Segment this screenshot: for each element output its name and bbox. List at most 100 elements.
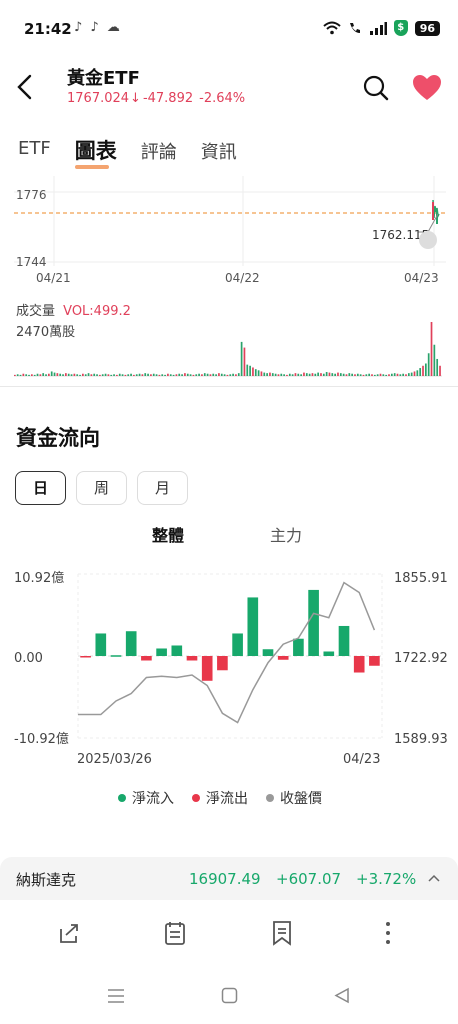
tab-chart[interactable]: 圖表 bbox=[74, 135, 117, 169]
outflow-bar bbox=[186, 656, 198, 661]
home-icon[interactable] bbox=[221, 987, 238, 1004]
system-nav-bar bbox=[0, 970, 458, 1024]
volume-bar bbox=[286, 374, 288, 376]
security-shield-icon: $ bbox=[393, 20, 408, 36]
volume-bar bbox=[184, 373, 186, 376]
price-change-pct: -2.64% bbox=[199, 91, 246, 106]
legend-outflow-label: 淨流出 bbox=[206, 791, 248, 807]
volume-bar bbox=[334, 373, 336, 376]
volume-bar bbox=[359, 374, 362, 376]
volume-bar bbox=[53, 372, 56, 376]
inflow-dot-icon bbox=[118, 794, 126, 802]
volume-bar bbox=[235, 374, 237, 376]
volume-bar bbox=[203, 373, 206, 376]
tab-comments[interactable]: 評論 bbox=[141, 138, 177, 165]
volume-bar bbox=[220, 373, 223, 376]
volume-bar bbox=[243, 347, 246, 376]
price-y-low: 1744 bbox=[16, 255, 47, 269]
volume-bar bbox=[175, 374, 178, 376]
flow-x-start: 2025/03/26 bbox=[77, 752, 152, 767]
current-price: 1767.024 bbox=[67, 91, 130, 106]
volume-bar bbox=[172, 374, 175, 376]
volume-bar bbox=[294, 373, 297, 376]
inflow-bar bbox=[247, 597, 259, 656]
volume-bar bbox=[62, 374, 64, 376]
bookmark-icon[interactable] bbox=[270, 920, 294, 946]
subtab-main-force[interactable]: 主力 bbox=[270, 522, 302, 546]
volume-bar bbox=[104, 373, 107, 376]
signal-icon bbox=[369, 22, 387, 35]
outflow-bar bbox=[141, 656, 152, 661]
search-button[interactable] bbox=[362, 74, 390, 102]
volume-bar bbox=[368, 373, 371, 376]
volume-bar bbox=[410, 372, 413, 376]
volume-bar bbox=[147, 373, 149, 376]
fund-flow-title: 資金流向 bbox=[16, 426, 100, 450]
outflow-dot-icon bbox=[192, 794, 200, 802]
volume-bar bbox=[226, 374, 229, 376]
close-dot-icon bbox=[266, 794, 274, 802]
bottom-toolbar bbox=[0, 900, 458, 970]
calendar-icon[interactable] bbox=[163, 920, 187, 946]
volume-bar bbox=[28, 374, 30, 376]
heart-icon bbox=[413, 75, 441, 100]
volume-bar bbox=[237, 373, 240, 376]
volume-bar bbox=[67, 373, 70, 376]
volume-bar bbox=[257, 370, 260, 376]
back-nav-icon[interactable] bbox=[334, 987, 350, 1004]
price-quote: 1767.024 ↓ -47.892 -2.64% bbox=[67, 91, 245, 106]
tab-info[interactable]: 資訊 bbox=[201, 138, 237, 165]
volume-bar bbox=[300, 374, 302, 376]
subtab-overall[interactable]: 整體 bbox=[152, 522, 184, 546]
volume-bar bbox=[351, 373, 353, 376]
volume-bar bbox=[328, 372, 331, 376]
volume-bar bbox=[291, 374, 294, 376]
volume-bar bbox=[107, 374, 110, 376]
volume-bar bbox=[223, 374, 226, 376]
volume-bar bbox=[283, 374, 285, 376]
flow-y-right-mid: 1722.92 bbox=[394, 651, 448, 666]
volume-bar bbox=[354, 374, 356, 376]
back-button[interactable] bbox=[12, 70, 40, 104]
period-day-button[interactable]: 日 bbox=[15, 471, 66, 505]
period-week-button[interactable]: 周 bbox=[76, 471, 127, 505]
volume-bar bbox=[422, 365, 424, 376]
volume-bar bbox=[39, 374, 42, 376]
volume-bar bbox=[16, 374, 19, 376]
status-right-icons: $ 96 bbox=[323, 20, 440, 36]
outflow-bar bbox=[201, 656, 213, 681]
price-y-high: 1776 bbox=[16, 188, 47, 202]
price-chart[interactable]: 1776 1744 1762.115 04/21 04/22 04/23 bbox=[0, 172, 458, 288]
inflow-bar bbox=[156, 648, 167, 656]
volume-bar bbox=[254, 369, 257, 376]
volume-bar bbox=[348, 373, 351, 376]
volume-bar bbox=[118, 373, 121, 376]
chevron-up-icon[interactable] bbox=[428, 873, 440, 883]
volume-bar bbox=[124, 374, 127, 376]
favorite-button[interactable] bbox=[412, 74, 442, 102]
volume-bar bbox=[206, 373, 209, 376]
volume-bar bbox=[252, 367, 254, 376]
legend-outflow: 淨流出 bbox=[192, 788, 248, 808]
index-ticker[interactable]: 納斯達克 16907.49 +607.07 +3.72% bbox=[0, 857, 458, 901]
share-icon[interactable] bbox=[57, 921, 81, 945]
volume-bar bbox=[260, 371, 263, 376]
fund-flow-chart[interactable]: 10.92億 0.00 -10.92億 1855.91 1722.92 1589… bbox=[0, 560, 458, 770]
inflow-bar bbox=[293, 638, 304, 656]
period-month-button[interactable]: 月 bbox=[137, 471, 188, 505]
notification-icons: ♪ ♪ ☁ bbox=[74, 20, 122, 35]
ticker-value: 16907.49 bbox=[189, 870, 261, 888]
volume-bar bbox=[195, 374, 198, 376]
volume-bar bbox=[229, 374, 232, 376]
flow-y-left-mid: 0.00 bbox=[14, 651, 43, 666]
more-icon[interactable] bbox=[384, 920, 392, 946]
tab-etf[interactable]: ETF bbox=[18, 138, 51, 165]
volume-bar bbox=[181, 374, 183, 376]
chart-expand-icon[interactable] bbox=[419, 231, 437, 249]
menu-icon[interactable] bbox=[107, 988, 125, 1004]
volume-bar bbox=[101, 374, 104, 376]
volume-bar bbox=[342, 373, 345, 376]
volume-bar bbox=[152, 373, 155, 376]
volume-bar bbox=[164, 374, 166, 376]
volume-bar bbox=[209, 374, 212, 376]
